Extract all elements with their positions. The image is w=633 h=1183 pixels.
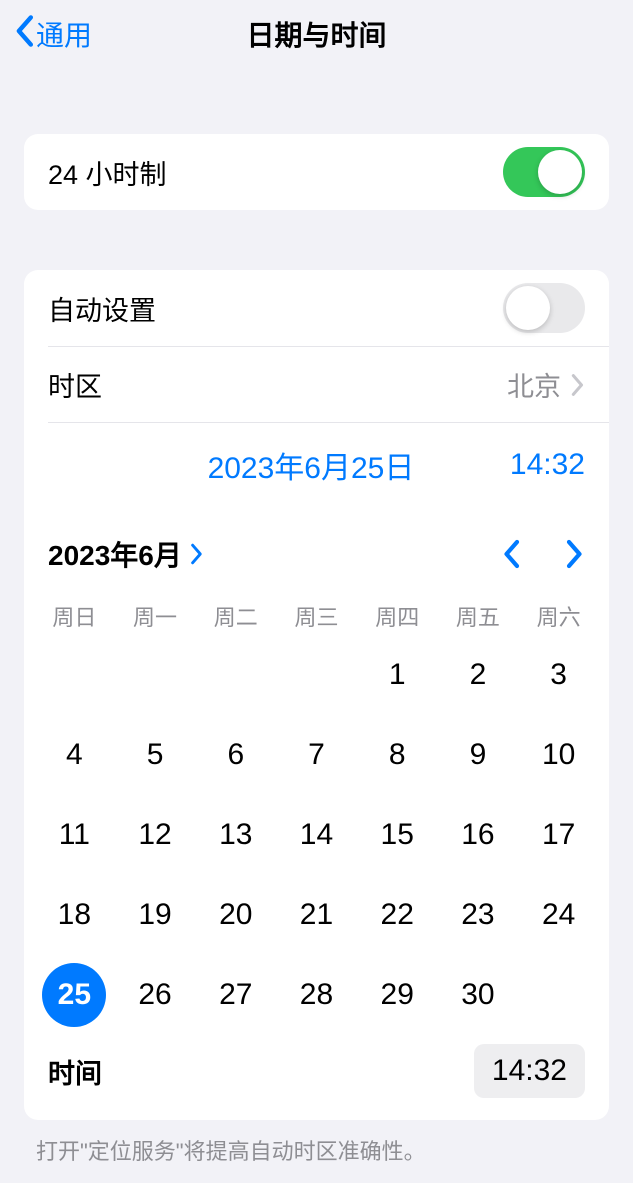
page-title: 日期与时间 (0, 14, 633, 54)
back-button[interactable]: 通用 (0, 14, 92, 55)
weekday-label: 周三 (276, 594, 357, 638)
chevron-right-icon (190, 543, 204, 565)
row-current-datetime: 2023年6月25日 14:32 (48, 422, 609, 506)
label-timezone: 时区 (48, 365, 102, 404)
weekday-label: 周六 (518, 594, 599, 638)
row-timezone[interactable]: 时区 北京 (48, 346, 609, 422)
row-time: 时间 14:32 (24, 1038, 609, 1120)
calendar-day[interactable]: 3 (518, 642, 599, 708)
calendar-grid: 1234567891011121314151617181920212223242… (24, 638, 609, 1038)
label-time: 时间 (48, 1052, 102, 1091)
chevron-right-icon (571, 373, 585, 397)
calendar-day[interactable]: 10 (518, 722, 599, 788)
calendar-day[interactable]: 2 (438, 642, 519, 708)
footer-note: 打开"定位服务"将提高自动时区准确性。 (0, 1120, 633, 1180)
weekday-label: 周五 (438, 594, 519, 638)
calendar-day[interactable]: 22 (357, 882, 438, 948)
calendar-day[interactable]: 16 (438, 802, 519, 868)
calendar-day[interactable]: 13 (195, 802, 276, 868)
weekday-label: 周四 (357, 594, 438, 638)
weekday-header: 周日周一周二周三周四周五周六 (24, 594, 609, 638)
calendar-empty-cell (195, 642, 276, 708)
calendar-day[interactable]: 25 (34, 962, 115, 1028)
calendar-day[interactable]: 29 (357, 962, 438, 1028)
weekday-label: 周二 (195, 594, 276, 638)
month-label: 2023年6月 (48, 534, 182, 574)
weekday-label: 周日 (34, 594, 115, 638)
calendar-day[interactable]: 28 (276, 962, 357, 1028)
chevron-left-icon (12, 14, 36, 55)
calendar-day[interactable]: 18 (34, 882, 115, 948)
row-24hour: 24 小时制 (24, 134, 609, 210)
calendar-day[interactable]: 23 (438, 882, 519, 948)
toggle-autoset[interactable] (503, 283, 585, 333)
time-picker[interactable]: 14:32 (474, 1044, 585, 1098)
calendar-day[interactable]: 7 (276, 722, 357, 788)
calendar-day[interactable]: 8 (357, 722, 438, 788)
calendar-day[interactable]: 12 (115, 802, 196, 868)
calendar-day[interactable]: 5 (115, 722, 196, 788)
calendar-day[interactable]: 26 (115, 962, 196, 1028)
calendar-empty-cell (276, 642, 357, 708)
calendar-day[interactable]: 27 (195, 962, 276, 1028)
label-24hour: 24 小时制 (48, 153, 167, 192)
calendar-day[interactable]: 6 (195, 722, 276, 788)
calendar-empty-cell (34, 642, 115, 708)
back-label: 通用 (36, 14, 92, 54)
calendar-day[interactable]: 30 (438, 962, 519, 1028)
calendar-day[interactable]: 24 (518, 882, 599, 948)
calendar-day[interactable]: 11 (34, 802, 115, 868)
label-autoset: 自动设置 (48, 289, 156, 328)
row-autoset: 自动设置 (24, 270, 609, 346)
month-picker[interactable]: 2023年6月 (48, 534, 204, 574)
calendar-day[interactable]: 1 (357, 642, 438, 708)
calendar-day[interactable]: 20 (195, 882, 276, 948)
current-time[interactable]: 14:32 (510, 448, 585, 482)
weekday-label: 周一 (115, 594, 196, 638)
calendar-day[interactable]: 4 (34, 722, 115, 788)
calendar-day[interactable]: 15 (357, 802, 438, 868)
value-timezone: 北京 (507, 365, 561, 404)
calendar-empty-cell (115, 642, 196, 708)
current-date[interactable]: 2023年6月25日 (168, 443, 415, 487)
calendar-day[interactable]: 19 (115, 882, 196, 948)
next-month-button[interactable] (565, 539, 585, 569)
prev-month-button[interactable] (501, 539, 521, 569)
calendar-day[interactable]: 14 (276, 802, 357, 868)
calendar-day[interactable]: 9 (438, 722, 519, 788)
calendar-day[interactable]: 17 (518, 802, 599, 868)
toggle-24hour[interactable] (503, 147, 585, 197)
calendar-day[interactable]: 21 (276, 882, 357, 948)
